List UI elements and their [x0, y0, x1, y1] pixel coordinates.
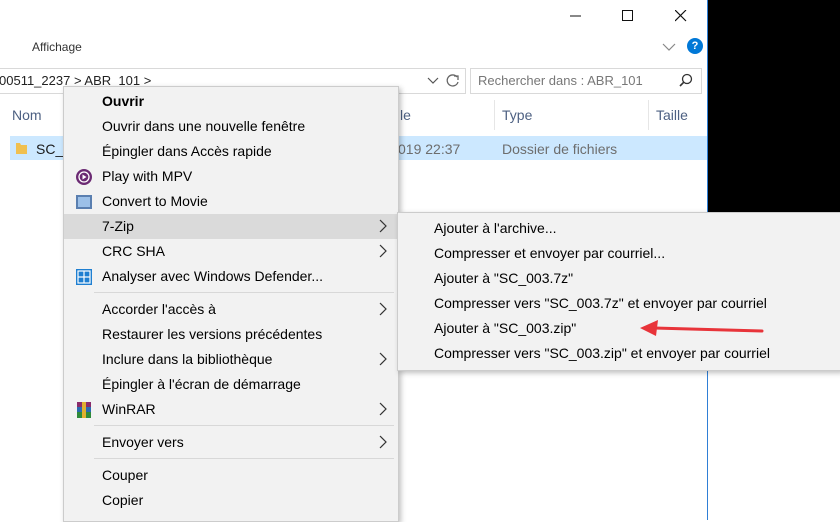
- menu-item-label: Convert to Movie: [102, 193, 208, 209]
- menu-item-restaurer-versions[interactable]: Restaurer les versions précédentes: [64, 322, 398, 347]
- menu-item-label: Play with MPV: [102, 168, 193, 184]
- file-type: Dossier de fichiers: [502, 141, 618, 157]
- menu-item-ouvrir[interactable]: Ouvrir: [64, 89, 398, 114]
- menu-item-label: Restaurer les versions précédentes: [102, 326, 323, 342]
- submenu-item-label: Ajouter à "SC_003.zip": [434, 320, 577, 336]
- menu-item-windows-defender[interactable]: Analyser avec Windows Defender...: [64, 264, 398, 289]
- column-header-name[interactable]: Nom: [12, 107, 42, 123]
- menu-item-epingler-acces-rapide[interactable]: Épingler dans Accès rapide: [64, 139, 398, 164]
- submenu-item-compresser-7z-courriel[interactable]: Compresser vers "SC_003.7z" et envoyer p…: [398, 291, 840, 316]
- submenu-item-ajouter-archive[interactable]: Ajouter à l'archive...: [398, 216, 840, 241]
- menu-item-label: 7-Zip: [102, 218, 134, 234]
- menu-separator: [94, 425, 394, 426]
- menu-item-convert-to-movie[interactable]: Convert to Movie: [64, 189, 398, 214]
- menu-item-inclure-bibliotheque[interactable]: Inclure dans la bibliothèque: [64, 347, 398, 372]
- movie-icon: [76, 195, 92, 209]
- menu-item-ouvrir-nouvelle-fenetre[interactable]: Ouvrir dans une nouvelle fenêtre: [64, 114, 398, 139]
- submenu-item-label: Ajouter à "SC_003.7z": [434, 270, 574, 286]
- submenu-item-ajouter-7z[interactable]: Ajouter à "SC_003.7z": [398, 266, 840, 291]
- close-icon: [675, 10, 687, 22]
- maximize-icon: [622, 10, 633, 21]
- chevron-down-icon[interactable]: [662, 39, 676, 55]
- menu-item-label: Analyser avec Windows Defender...: [102, 268, 323, 284]
- menu-item-accorder-acces[interactable]: Accorder l'accès à: [64, 297, 398, 322]
- submenu-item-ajouter-zip[interactable]: Ajouter à "SC_003.zip": [398, 316, 840, 341]
- menu-separator: [94, 458, 394, 459]
- chevron-right-icon: [379, 219, 387, 233]
- tab-affichage[interactable]: Affichage: [32, 40, 82, 54]
- search-box[interactable]: Rechercher dans : ABR_101: [470, 68, 702, 94]
- minimize-button[interactable]: [553, 0, 599, 32]
- column-header-size[interactable]: Taille: [656, 107, 688, 123]
- refresh-icon[interactable]: [445, 73, 461, 89]
- menu-item-label: Épingler à l'écran de démarrage: [102, 376, 301, 392]
- close-button[interactable]: [658, 0, 704, 32]
- help-icon[interactable]: ?: [687, 38, 703, 54]
- menu-item-label: Épingler dans Accès rapide: [102, 143, 272, 159]
- chevron-right-icon: [379, 435, 387, 449]
- column-header-type[interactable]: Type: [502, 107, 532, 123]
- column-divider[interactable]: [494, 100, 495, 130]
- menu-item-label: CRC SHA: [102, 243, 166, 259]
- winrar-icon: [77, 402, 91, 418]
- context-menu: Ouvrir Ouvrir dans une nouvelle fenêtre …: [63, 86, 399, 522]
- menu-item-label: Accorder l'accès à: [102, 301, 216, 317]
- chevron-right-icon: [379, 352, 387, 366]
- file-date: 019 22:37: [398, 141, 461, 157]
- column-header-date[interactable]: le: [400, 107, 411, 123]
- minimize-icon: [570, 15, 581, 17]
- chevron-right-icon: [379, 302, 387, 316]
- ribbon: [0, 32, 708, 62]
- submenu-item-label: Compresser vers "SC_003.zip" et envoyer …: [434, 345, 770, 361]
- maximize-button[interactable]: [605, 0, 651, 32]
- title-bar: [0, 0, 708, 32]
- menu-item-envoyer-vers[interactable]: Envoyer vers: [64, 430, 398, 455]
- mpv-icon: [76, 169, 92, 185]
- menu-item-label: Ouvrir dans une nouvelle fenêtre: [102, 118, 306, 134]
- chevron-right-icon: [379, 402, 387, 416]
- desktop-background: [708, 0, 840, 213]
- folder-icon: [16, 143, 27, 154]
- annotation-arrow-icon: [640, 320, 764, 336]
- chevron-right-icon: [379, 244, 387, 258]
- search-input[interactable]: Rechercher dans : ABR_101: [478, 73, 643, 88]
- submenu-item-label: Compresser vers "SC_003.7z" et envoyer p…: [434, 295, 767, 311]
- submenu-7zip: Ajouter à l'archive... Compresser et env…: [397, 212, 840, 371]
- menu-separator: [94, 292, 394, 293]
- submenu-item-label: Compresser et envoyer par courriel...: [434, 245, 666, 261]
- submenu-item-label: Ajouter à l'archive...: [434, 220, 557, 236]
- menu-item-couper[interactable]: Couper: [64, 463, 398, 488]
- menu-item-label: Couper: [102, 467, 148, 483]
- menu-item-play-with-mpv[interactable]: Play with MPV: [64, 164, 398, 189]
- search-icon: [679, 73, 693, 87]
- column-divider[interactable]: [648, 100, 649, 130]
- submenu-item-compresser-envoyer[interactable]: Compresser et envoyer par courriel...: [398, 241, 840, 266]
- submenu-item-compresser-zip-courriel[interactable]: Compresser vers "SC_003.zip" et envoyer …: [398, 341, 840, 366]
- menu-item-label: Envoyer vers: [102, 434, 184, 450]
- menu-item-winrar[interactable]: WinRAR: [64, 397, 398, 422]
- menu-item-label: WinRAR: [102, 401, 156, 417]
- menu-item-label: Ouvrir: [102, 93, 145, 109]
- windows-defender-icon: [76, 269, 92, 285]
- menu-item-epingler-demarrage[interactable]: Épingler à l'écran de démarrage: [64, 372, 398, 397]
- menu-item-label: Copier: [102, 492, 144, 508]
- chevron-down-icon[interactable]: [427, 76, 439, 86]
- menu-item-crc-sha[interactable]: CRC SHA: [64, 239, 398, 264]
- menu-item-label: Inclure dans la bibliothèque: [102, 351, 273, 367]
- menu-item-7zip[interactable]: 7-Zip: [64, 214, 398, 239]
- menu-item-copier[interactable]: Copier: [64, 488, 398, 513]
